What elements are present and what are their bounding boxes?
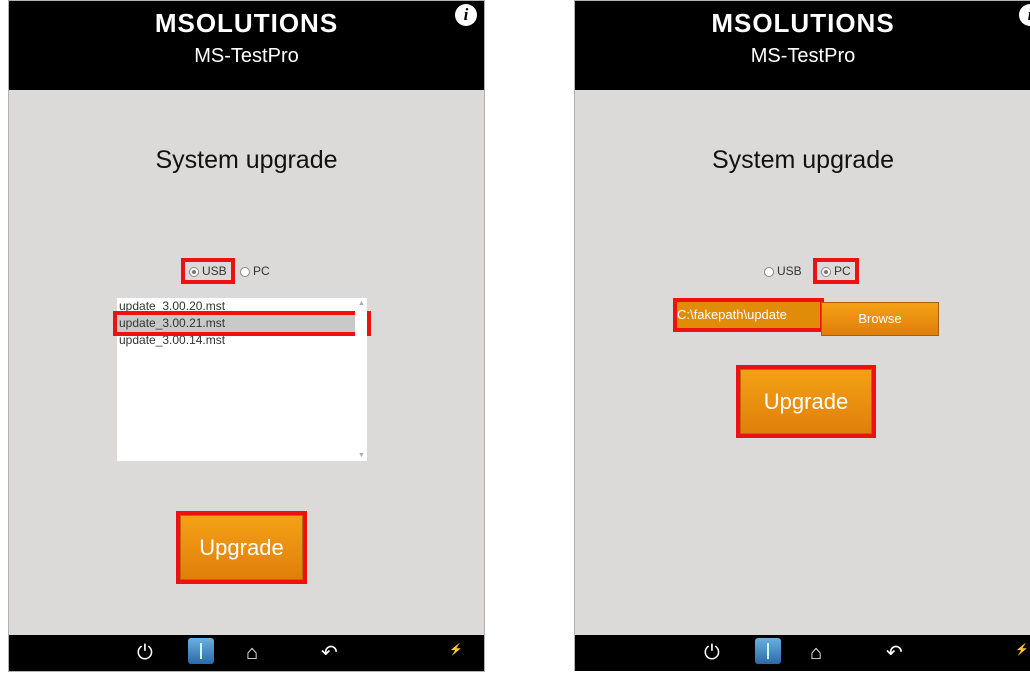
page-title: System upgrade — [155, 146, 338, 174]
upgrade-button[interactable]: Upgrade — [176, 511, 307, 584]
radio-pc-label: PC — [834, 264, 851, 278]
list-item-selected[interactable]: update_3.00.21.mst — [113, 311, 371, 336]
logo: MSOLUTIONS — [711, 8, 895, 38]
app-title: MS-TestPro — [750, 45, 856, 67]
usb-icon[interactable] — [755, 638, 781, 664]
radio-usb-label: USB — [202, 264, 227, 278]
home-icon[interactable]: ⌂ — [246, 641, 258, 665]
power-icon[interactable]: ⏻ — [704, 641, 720, 665]
radio-usb[interactable]: USB — [760, 262, 806, 280]
browse-button[interactable]: Browse — [821, 302, 939, 336]
bottom-nav: ⏻ ⌂ ↶ ⚡ — [575, 635, 1030, 671]
back-icon[interactable]: ↶ — [321, 641, 338, 665]
source-selector: USB PC — [760, 258, 859, 284]
file-list[interactable]: update_3.00.20.mst update_3.00.21.mst up… — [113, 298, 371, 461]
logo: MSOLUTIONS — [154, 8, 339, 38]
info-icon[interactable]: i — [455, 4, 477, 26]
app-title: MS-TestPro — [194, 45, 299, 67]
upgrade-button[interactable]: Upgrade — [736, 365, 876, 438]
header: MSOLUTIONS MS-TestPro i — [575, 1, 1030, 90]
signal-icon: ⚡ — [449, 644, 463, 656]
radio-pc[interactable]: PC — [813, 258, 859, 284]
home-icon[interactable]: ⌂ — [810, 641, 822, 665]
scrollbar[interactable]: ▲ ▼ — [355, 298, 367, 461]
scroll-up-icon[interactable]: ▲ — [358, 300, 365, 307]
list-item[interactable]: update_3.00.14.mst — [117, 332, 367, 349]
radio-usb-dot — [764, 266, 774, 277]
usb-icon[interactable] — [188, 638, 214, 664]
left-screen: MSOLUTIONS MS-TestPro i System upgrade U… — [8, 0, 485, 672]
header: MSOLUTIONS MS-TestPro i — [9, 1, 484, 90]
radio-pc-label: PC — [253, 264, 270, 278]
radio-pc-dot — [240, 266, 251, 277]
radio-pc[interactable]: PC — [236, 262, 274, 280]
right-screen: MSOLUTIONS MS-TestPro i System upgrade U… — [574, 0, 1030, 671]
radio-pc-dot — [821, 266, 832, 277]
radio-usb-label: USB — [777, 264, 802, 278]
radio-usb-dot — [189, 266, 199, 277]
power-icon[interactable]: ⏻ — [137, 641, 153, 665]
back-icon[interactable]: ↶ — [886, 641, 903, 665]
file-path-field[interactable]: C:\fakepath\update — [673, 298, 824, 332]
signal-icon: ⚡ — [1015, 644, 1029, 656]
source-selector: USB PC — [181, 258, 274, 284]
bottom-nav: ⏻ ⌂ ↶ ⚡ — [9, 635, 484, 671]
scroll-down-icon[interactable]: ▼ — [358, 452, 365, 459]
list-item[interactable]: update_3.00.20.mst — [117, 298, 367, 315]
radio-usb[interactable]: USB — [181, 258, 235, 284]
page-title: System upgrade — [711, 146, 895, 174]
